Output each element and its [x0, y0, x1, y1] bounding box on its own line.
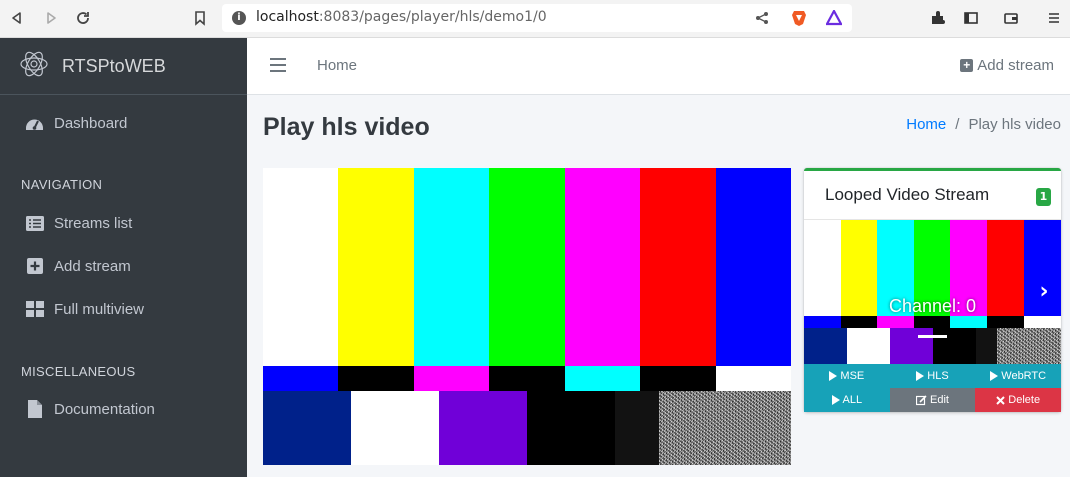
card-title: Looped Video Stream	[825, 185, 990, 204]
edit-icon	[916, 394, 927, 406]
button-label: WebRTC	[1001, 370, 1047, 382]
page-title: Play hls video	[263, 113, 430, 141]
channel-label: Channel: 0	[889, 296, 977, 316]
brave-rewards-icon[interactable]	[823, 7, 845, 29]
plus-square-icon: +	[960, 59, 974, 72]
delete-button[interactable]: Delete	[975, 388, 1062, 412]
stream-preview[interactable]: Channel: 0 ›	[804, 220, 1061, 364]
menu-icon[interactable]	[1043, 7, 1065, 29]
color-bars-middle	[263, 366, 791, 391]
button-label: ALL	[842, 394, 863, 406]
back-icon[interactable]	[6, 7, 28, 29]
play-icon	[829, 371, 838, 381]
share-icon[interactable]	[751, 7, 773, 29]
play-icon	[916, 371, 925, 381]
brand-logo-icon	[18, 48, 50, 84]
sidebar-item-add-stream[interactable]: Add stream	[0, 248, 247, 284]
browser-toolbar: i localhost:8083/pages/player/hls/demo1/…	[0, 0, 1070, 38]
url-text: localhost:8083/pages/player/hls/demo1/0	[256, 9, 547, 25]
color-bars-bottom	[263, 391, 791, 465]
grid-icon	[25, 300, 44, 319]
edit-button[interactable]: Edit	[889, 388, 976, 412]
sidebar-item-label: Streams list	[54, 214, 133, 232]
url-host: localhost	[256, 9, 319, 25]
sidebar-item-label: Dashboard	[54, 114, 128, 132]
preview-bars-middle	[804, 316, 1061, 328]
chevron-right-icon[interactable]: ›	[1035, 280, 1053, 304]
sidebar-item-streams-list[interactable]: Streams list	[0, 205, 247, 241]
nav-header-miscellaneous: MISCELLANEOUS	[21, 364, 136, 379]
info-icon[interactable]: i	[232, 11, 246, 25]
bookmark-icon[interactable]	[189, 7, 211, 29]
list-icon	[25, 214, 44, 233]
navbar-home-link[interactable]: Home	[317, 57, 357, 74]
wallet-icon[interactable]	[1000, 7, 1022, 29]
hamburger-icon[interactable]	[270, 58, 286, 72]
breadcrumb-separator: /	[955, 116, 960, 133]
navbar-add-stream-link[interactable]: + Add stream	[960, 57, 1054, 74]
action-buttons: ALL Edit Delete	[804, 388, 1062, 412]
forward-icon[interactable]	[40, 7, 62, 29]
preview-bars-bottom	[804, 328, 1061, 364]
play-hls-button[interactable]: HLS	[889, 364, 976, 388]
play-icon	[831, 395, 840, 405]
reload-icon[interactable]	[72, 7, 94, 29]
sidebar-item-documentation[interactable]: Documentation	[0, 391, 247, 427]
sidebar-item-label: Add stream	[54, 257, 131, 275]
sidebar: RTSPtoWEB Dashboard NAVIGATION Streams l…	[0, 38, 247, 477]
nav-header-navigation: NAVIGATION	[21, 177, 103, 192]
card-header: Looped Video Stream 1	[804, 171, 1061, 220]
video-player[interactable]	[263, 168, 791, 465]
file-icon	[25, 400, 44, 419]
plus-square-icon	[25, 257, 44, 276]
breadcrumb-home[interactable]: Home	[906, 116, 946, 133]
stream-card: Looped Video Stream 1 Channel: 0 › MSE H…	[804, 168, 1062, 412]
close-icon	[996, 395, 1005, 405]
url-path: :8083/pages/player/hls/demo1/0	[318, 9, 547, 25]
sidebar-item-dashboard[interactable]: Dashboard	[0, 105, 247, 141]
sidebar-item-label: Documentation	[54, 400, 155, 418]
sidebar-toggle-icon[interactable]	[960, 7, 982, 29]
button-label: HLS	[927, 370, 949, 382]
dashboard-icon	[25, 114, 44, 133]
play-icon	[990, 371, 999, 381]
button-label: Edit	[930, 394, 949, 406]
url-bar[interactable]: i localhost:8083/pages/player/hls/demo1/…	[222, 4, 852, 32]
brand-name: RTSPtoWEB	[62, 55, 166, 76]
sidebar-item-label: Full multiview	[54, 300, 145, 318]
button-label: MSE	[840, 370, 865, 382]
play-all-button[interactable]: ALL	[804, 388, 890, 412]
navbar-add-stream-label: Add stream	[977, 57, 1054, 74]
top-navbar: Home + Add stream	[247, 38, 1070, 95]
play-mse-button[interactable]: MSE	[804, 364, 890, 388]
breadcrumb-current: Play hls video	[968, 116, 1061, 133]
extensions-icon[interactable]	[927, 7, 949, 29]
sidebar-item-full-multiview[interactable]: Full multiview	[0, 291, 247, 327]
channel-count-badge: 1	[1036, 188, 1051, 206]
carousel-indicator[interactable]	[918, 335, 947, 338]
color-bars-top	[263, 168, 791, 366]
play-webrtc-button[interactable]: WebRTC	[975, 364, 1062, 388]
brand[interactable]: RTSPtoWEB	[0, 38, 247, 95]
button-label: Delete	[1008, 394, 1041, 406]
protocol-buttons: MSE HLS WebRTC	[804, 364, 1062, 388]
brave-shield-icon[interactable]	[788, 7, 810, 29]
breadcrumb: Home / Play hls video	[906, 116, 1061, 133]
